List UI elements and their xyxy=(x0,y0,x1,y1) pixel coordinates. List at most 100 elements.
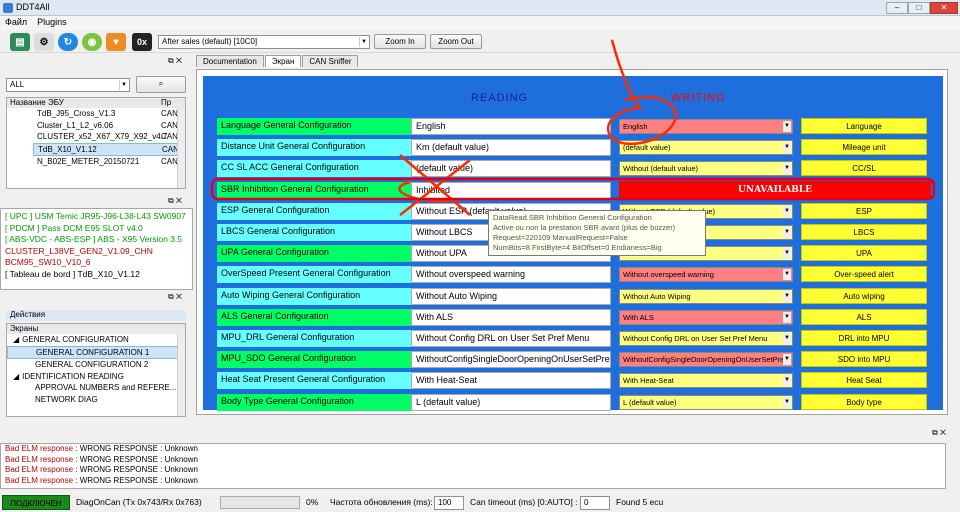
param-read-value: Without Auto Wiping xyxy=(411,288,611,305)
write-param-button[interactable]: LBCS xyxy=(801,224,927,240)
can-timeout-spinbox[interactable]: 0 xyxy=(580,496,610,510)
scan-icon[interactable]: ◉ xyxy=(82,33,102,51)
tree-item[interactable]: ◢ IDENTIFICATION READING xyxy=(7,371,185,383)
diag-mode-select[interactable]: After sales (default) [10C0] ▼ xyxy=(158,35,370,49)
param-write-select[interactable]: Without Config DRL on User Set Pref Menu… xyxy=(619,331,793,346)
write-param-button[interactable]: Over-speed alert xyxy=(801,266,927,282)
write-param-button[interactable]: Body type xyxy=(801,394,927,410)
log-message: : WRONG RESPONSE : Unknown xyxy=(73,475,198,485)
param-write-select[interactable]: With Heat-Seat ▼ xyxy=(619,373,793,388)
write-param-button[interactable]: Mileage unit xyxy=(801,139,927,155)
refresh-icon[interactable]: ↻ xyxy=(58,33,78,51)
param-write-select[interactable]: Without overspeed warning ▼ xyxy=(619,267,793,282)
tree-item[interactable]: GENERAL CONFIGURATION 2 xyxy=(7,359,185,371)
hex-button[interactable]: 0x xyxy=(132,33,152,51)
ecu-table-scrollbar[interactable] xyxy=(177,108,185,188)
module-item[interactable]: [ UPC ] USM Temic JR95-J96-L38-L43 SW090… xyxy=(1,211,192,223)
status-bar: ПОДКЛЮЧЕН DiagOnCan (Tx 0x743/Rx 0x763) … xyxy=(0,493,960,512)
module-item[interactable]: BCM95_SW10_V10_6 xyxy=(1,257,192,269)
param-read-value: With Heat-Seat xyxy=(411,372,611,389)
write-param-button[interactable]: ALS xyxy=(801,309,927,325)
write-param-button[interactable]: ESP xyxy=(801,203,927,219)
write-param-button[interactable]: Language xyxy=(801,118,927,134)
panel-float-close-icon[interactable]: ⧉ ✕ xyxy=(932,428,946,438)
param-label: MPU_SDO General Configuration xyxy=(217,351,413,368)
log-message: : WRONG RESPONSE : Unknown xyxy=(73,454,198,464)
ecu-name: CLUSTER_x52_X67_X79_X92_v4.7 xyxy=(37,132,168,141)
panel-float-close-icon[interactable]: ⧉ ✕ xyxy=(168,56,182,66)
write-param-button[interactable]: CC/SL xyxy=(801,160,927,176)
writing-title: WRITING xyxy=(671,92,726,104)
tree-item[interactable]: ◢ GENERAL CONFIGURATION xyxy=(7,334,185,346)
heart-icon[interactable]: ♥ xyxy=(106,33,126,51)
chevron-down-icon: ▼ xyxy=(783,227,791,238)
param-write-select[interactable]: (default value) ▼ xyxy=(619,140,793,155)
module-item[interactable]: [ ABS-VDC - ABS-ESP ] ABS - X95 Version … xyxy=(1,234,192,246)
refresh-rate-spinbox[interactable]: 100 xyxy=(434,496,464,510)
ecu-row[interactable]: N_B02E_METER_20150721 CAN xyxy=(33,156,185,168)
zoom-out-button[interactable]: Zoom Out xyxy=(430,34,482,49)
param-write-select[interactable]: With ALS ▼ xyxy=(619,310,793,325)
ecu-row[interactable]: Cluster_L1_L2_v6.06 CAN xyxy=(33,120,185,132)
expand-icon[interactable]: ◢ xyxy=(13,335,19,344)
write-select-value: With Heat-Seat xyxy=(623,376,674,385)
module-item[interactable]: [ PDCM ] Pass DCM E95 SLOT v4.0 xyxy=(1,223,192,235)
tooltip-line: DataRead.SBR Inhibition General Configur… xyxy=(493,213,652,222)
tree-scrollbar[interactable] xyxy=(177,334,185,416)
ecu-protocol: CAN xyxy=(161,132,178,141)
param-write-select[interactable]: English ▼ xyxy=(619,119,793,134)
minimize-button[interactable]: – xyxy=(886,2,908,14)
ecu-protocol: CAN xyxy=(161,120,178,130)
tree-item[interactable]: APPROVAL NUMBERS and REFERE... xyxy=(7,382,185,394)
tab-screen[interactable]: Экран xyxy=(264,55,302,67)
tree-item-label: GENERAL CONFIGURATION 1 xyxy=(36,347,150,357)
col-protocol-header[interactable]: Пр xyxy=(161,98,171,107)
connection-status: ПОДКЛЮЧЕН xyxy=(2,495,70,510)
zoom-in-button[interactable]: Zoom In xyxy=(374,34,426,49)
menu-plugins[interactable]: Plugins xyxy=(32,16,72,28)
expand-icon[interactable]: ◢ xyxy=(13,372,19,381)
ecu-name: Cluster_L1_L2_v6.06 xyxy=(37,120,114,130)
can-timeout-label: Can timeout (ms) [0:AUTO] : xyxy=(470,497,578,507)
write-param-button[interactable]: SDO into MPU xyxy=(801,351,927,367)
col-name-header[interactable]: Название ЭБУ xyxy=(10,98,64,107)
param-write-select[interactable]: WithoutConfigSingleDoorOpeningOnUserSetP… xyxy=(619,352,793,367)
tree-item[interactable]: NETWORK DIAG xyxy=(7,394,185,406)
ecu-row[interactable]: TdB_X10_V1.12 CAN xyxy=(33,142,185,156)
write-param-button[interactable]: Heat Seat xyxy=(801,372,927,388)
write-param-button[interactable]: Auto wiping xyxy=(801,288,927,304)
write-select-value: With ALS xyxy=(623,313,654,322)
chevron-down-icon: ▼ xyxy=(783,121,791,132)
close-window-button[interactable]: ✕ xyxy=(930,2,958,14)
chevron-down-icon: ▼ xyxy=(783,206,791,217)
panel-float-close-icon[interactable]: ⧉ ✕ xyxy=(168,196,182,206)
chevron-down-icon: ▼ xyxy=(783,354,791,365)
write-param-button[interactable]: UPA xyxy=(801,245,927,261)
log-prefix: Bad ELM response xyxy=(5,465,74,474)
param-write-select[interactable]: Without (default value) ▼ xyxy=(619,161,793,176)
screens-header[interactable]: Экраны xyxy=(7,324,185,334)
window-title: DDT4All xyxy=(16,2,50,12)
actions-header[interactable]: Действия xyxy=(6,310,186,321)
search-ecu-button[interactable]: ⌕ xyxy=(136,76,186,93)
maximize-button[interactable]: □ xyxy=(908,2,930,14)
log-output[interactable]: Bad ELM response : WRONG RESPONSE : Unkn… xyxy=(0,443,946,489)
connect-icon[interactable]: ▤ xyxy=(10,33,30,51)
param-write-select[interactable]: Without Auto Wiping ▼ xyxy=(619,289,793,304)
write-param-button[interactable]: DRL into MPU xyxy=(801,330,927,346)
tab-can-sniffer[interactable]: CAN Sniffer xyxy=(302,55,359,67)
module-item[interactable]: [ Tableau de bord ] TdB_X10_V1.12 xyxy=(1,269,192,281)
param-write-select[interactable]: L (default value) ▼ xyxy=(619,395,793,410)
tooltip-line: Request=220109 ManualRequest=False xyxy=(493,233,628,242)
bus-info: DiagOnCan (Tx 0x743/Rx 0x763) xyxy=(76,497,202,507)
tab-documentation[interactable]: Documentation xyxy=(196,55,264,67)
panel-float-close-icon[interactable]: ⧉ ✕ xyxy=(168,292,182,302)
gear-icon[interactable]: ⚙ xyxy=(34,33,54,51)
ecu-row[interactable]: CLUSTER_x52_X67_X79_X92_v4.7 CAN xyxy=(33,131,185,143)
ecu-filter-select[interactable]: ALL ▼ xyxy=(6,78,130,92)
menu-file[interactable]: Файл xyxy=(0,16,32,28)
ecu-row[interactable]: TdB_J95_Cross_V1.3 CAN xyxy=(33,108,185,120)
param-read-value: WithoutConfigSingleDoorOpeningOnUserSetP… xyxy=(411,351,611,368)
tree-item[interactable]: GENERAL CONFIGURATION 1 xyxy=(7,345,185,359)
module-item[interactable]: CLUSTER_L38VE_GEN2_V1.09_CHN xyxy=(1,246,192,258)
